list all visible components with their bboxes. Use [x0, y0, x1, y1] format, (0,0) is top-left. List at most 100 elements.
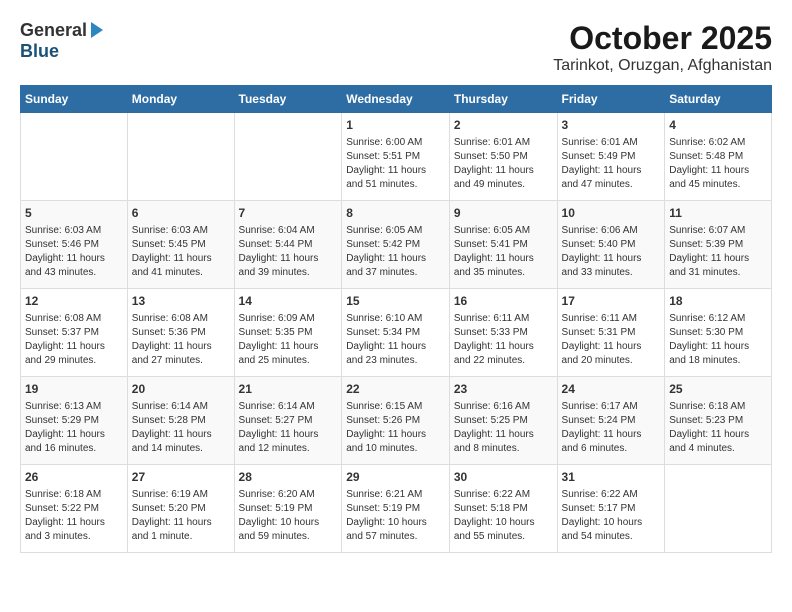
day-number: 21	[239, 381, 338, 398]
day-info: Sunrise: 6:15 AM Sunset: 5:26 PM Dayligh…	[346, 400, 445, 456]
day-number: 26	[25, 469, 123, 486]
page-header: General Blue October 2025 Tarinkot, Oruz…	[20, 20, 772, 75]
day-number: 16	[454, 293, 553, 310]
calendar-cell: 8 Sunrise: 6:05 AM Sunset: 5:42 PM Daylig…	[342, 201, 450, 289]
calendar-cell: 28 Sunrise: 6:20 AM Sunset: 5:19 PM Dayli…	[234, 465, 342, 553]
calendar-cell: 22Sunrise: 6:15 AM Sunset: 5:26 PM Dayli…	[342, 377, 450, 465]
calendar-cell: 3 Sunrise: 6:01 AM Sunset: 5:49 PM Daylig…	[557, 113, 665, 201]
day-info: Sunrise: 6:21 AM Sunset: 5:19 PM Dayligh…	[346, 488, 445, 544]
day-number: 12	[25, 293, 123, 310]
calendar-cell	[127, 113, 234, 201]
day-info: Sunrise: 6:07 AM Sunset: 5:39 PM Dayligh…	[669, 224, 767, 280]
weekday-header-monday: Monday	[127, 86, 234, 113]
day-info: Sunrise: 6:06 AM Sunset: 5:40 PM Dayligh…	[562, 224, 661, 280]
day-info: Sunrise: 6:14 AM Sunset: 5:27 PM Dayligh…	[239, 400, 338, 456]
day-info: Sunrise: 6:05 AM Sunset: 5:41 PM Dayligh…	[454, 224, 553, 280]
calendar-cell: 14 Sunrise: 6:09 AM Sunset: 5:35 PM Dayli…	[234, 289, 342, 377]
calendar-cell: 13Sunrise: 6:08 AM Sunset: 5:36 PM Dayli…	[127, 289, 234, 377]
calendar-cell: 31Sunrise: 6:22 AM Sunset: 5:17 PM Dayli…	[557, 465, 665, 553]
day-number: 27	[132, 469, 230, 486]
day-number: 1	[346, 117, 445, 134]
calendar-body: 1 Sunrise: 6:00 AM Sunset: 5:51 PM Daylig…	[21, 113, 772, 553]
day-info: Sunrise: 6:19 AM Sunset: 5:20 PM Dayligh…	[132, 488, 230, 544]
day-info: Sunrise: 6:01 AM Sunset: 5:50 PM Dayligh…	[454, 136, 553, 192]
weekday-header-wednesday: Wednesday	[342, 86, 450, 113]
weekday-header-friday: Friday	[557, 86, 665, 113]
day-info: Sunrise: 6:18 AM Sunset: 5:23 PM Dayligh…	[669, 400, 767, 456]
day-info: Sunrise: 6:00 AM Sunset: 5:51 PM Dayligh…	[346, 136, 445, 192]
calendar-cell: 5 Sunrise: 6:03 AM Sunset: 5:46 PM Daylig…	[21, 201, 128, 289]
week-row-5: 26 Sunrise: 6:18 AM Sunset: 5:22 PM Dayli…	[21, 465, 772, 553]
calendar-cell	[665, 465, 772, 553]
weekday-header-thursday: Thursday	[449, 86, 557, 113]
calendar-cell: 25 Sunrise: 6:18 AM Sunset: 5:23 PM Dayli…	[665, 377, 772, 465]
day-info: Sunrise: 6:09 AM Sunset: 5:35 PM Dayligh…	[239, 312, 338, 368]
calendar-cell	[21, 113, 128, 201]
day-number: 18	[669, 293, 767, 310]
day-info: Sunrise: 6:14 AM Sunset: 5:28 PM Dayligh…	[132, 400, 230, 456]
day-number: 17	[562, 293, 661, 310]
title-section: October 2025 Tarinkot, Oruzgan, Afghanis…	[553, 20, 772, 75]
weekday-header-sunday: Sunday	[21, 86, 128, 113]
calendar-cell: 12 Sunrise: 6:08 AM Sunset: 5:37 PM Dayli…	[21, 289, 128, 377]
calendar-cell: 21 Sunrise: 6:14 AM Sunset: 5:27 PM Dayli…	[234, 377, 342, 465]
day-info: Sunrise: 6:18 AM Sunset: 5:22 PM Dayligh…	[25, 488, 123, 544]
day-info: Sunrise: 6:22 AM Sunset: 5:18 PM Dayligh…	[454, 488, 553, 544]
day-info: Sunrise: 6:05 AM Sunset: 5:42 PM Dayligh…	[346, 224, 445, 280]
location: Tarinkot, Oruzgan, Afghanistan	[553, 57, 772, 75]
day-number: 28	[239, 469, 338, 486]
calendar-table: SundayMondayTuesdayWednesdayThursdayFrid…	[20, 85, 772, 553]
calendar-cell: 23 Sunrise: 6:16 AM Sunset: 5:25 PM Dayli…	[449, 377, 557, 465]
day-info: Sunrise: 6:02 AM Sunset: 5:48 PM Dayligh…	[669, 136, 767, 192]
calendar-cell	[234, 113, 342, 201]
calendar-cell: 26 Sunrise: 6:18 AM Sunset: 5:22 PM Dayli…	[21, 465, 128, 553]
day-info: Sunrise: 6:11 AM Sunset: 5:31 PM Dayligh…	[562, 312, 661, 368]
week-row-4: 19Sunrise: 6:13 AM Sunset: 5:29 PM Dayli…	[21, 377, 772, 465]
calendar-cell: 1 Sunrise: 6:00 AM Sunset: 5:51 PM Daylig…	[342, 113, 450, 201]
day-number: 14	[239, 293, 338, 310]
month-title: October 2025	[553, 20, 772, 57]
day-number: 4	[669, 117, 767, 134]
calendar-cell: 30Sunrise: 6:22 AM Sunset: 5:18 PM Dayli…	[449, 465, 557, 553]
week-row-2: 5 Sunrise: 6:03 AM Sunset: 5:46 PM Daylig…	[21, 201, 772, 289]
day-info: Sunrise: 6:16 AM Sunset: 5:25 PM Dayligh…	[454, 400, 553, 456]
day-info: Sunrise: 6:04 AM Sunset: 5:44 PM Dayligh…	[239, 224, 338, 280]
day-number: 24	[562, 381, 661, 398]
calendar-cell: 2Sunrise: 6:01 AM Sunset: 5:50 PM Daylig…	[449, 113, 557, 201]
calendar-cell: 17 Sunrise: 6:11 AM Sunset: 5:31 PM Dayli…	[557, 289, 665, 377]
day-number: 15	[346, 293, 445, 310]
calendar-cell: 29Sunrise: 6:21 AM Sunset: 5:19 PM Dayli…	[342, 465, 450, 553]
logo-arrow-icon	[91, 22, 103, 38]
calendar-cell: 16 Sunrise: 6:11 AM Sunset: 5:33 PM Dayli…	[449, 289, 557, 377]
day-info: Sunrise: 6:17 AM Sunset: 5:24 PM Dayligh…	[562, 400, 661, 456]
day-info: Sunrise: 6:11 AM Sunset: 5:33 PM Dayligh…	[454, 312, 553, 368]
day-number: 11	[669, 205, 767, 222]
day-info: Sunrise: 6:08 AM Sunset: 5:37 PM Dayligh…	[25, 312, 123, 368]
calendar-cell: 27 Sunrise: 6:19 AM Sunset: 5:20 PM Dayli…	[127, 465, 234, 553]
day-info: Sunrise: 6:10 AM Sunset: 5:34 PM Dayligh…	[346, 312, 445, 368]
calendar-cell: 10Sunrise: 6:06 AM Sunset: 5:40 PM Dayli…	[557, 201, 665, 289]
header-row: SundayMondayTuesdayWednesdayThursdayFrid…	[21, 86, 772, 113]
logo-general: General	[20, 20, 87, 41]
day-info: Sunrise: 6:01 AM Sunset: 5:49 PM Dayligh…	[562, 136, 661, 192]
day-number: 20	[132, 381, 230, 398]
calendar-header: SundayMondayTuesdayWednesdayThursdayFrid…	[21, 86, 772, 113]
calendar-cell: 20 Sunrise: 6:14 AM Sunset: 5:28 PM Dayli…	[127, 377, 234, 465]
day-number: 3	[562, 117, 661, 134]
day-info: Sunrise: 6:03 AM Sunset: 5:46 PM Dayligh…	[25, 224, 123, 280]
day-number: 13	[132, 293, 230, 310]
day-number: 31	[562, 469, 661, 486]
day-info: Sunrise: 6:20 AM Sunset: 5:19 PM Dayligh…	[239, 488, 338, 544]
weekday-header-tuesday: Tuesday	[234, 86, 342, 113]
day-number: 5	[25, 205, 123, 222]
day-number: 23	[454, 381, 553, 398]
calendar-cell: 18 Sunrise: 6:12 AM Sunset: 5:30 PM Dayli…	[665, 289, 772, 377]
day-number: 19	[25, 381, 123, 398]
day-info: Sunrise: 6:12 AM Sunset: 5:30 PM Dayligh…	[669, 312, 767, 368]
day-number: 9	[454, 205, 553, 222]
calendar-cell: 7Sunrise: 6:04 AM Sunset: 5:44 PM Daylig…	[234, 201, 342, 289]
day-number: 25	[669, 381, 767, 398]
day-info: Sunrise: 6:03 AM Sunset: 5:45 PM Dayligh…	[132, 224, 230, 280]
logo: General Blue	[20, 20, 103, 62]
day-number: 8	[346, 205, 445, 222]
